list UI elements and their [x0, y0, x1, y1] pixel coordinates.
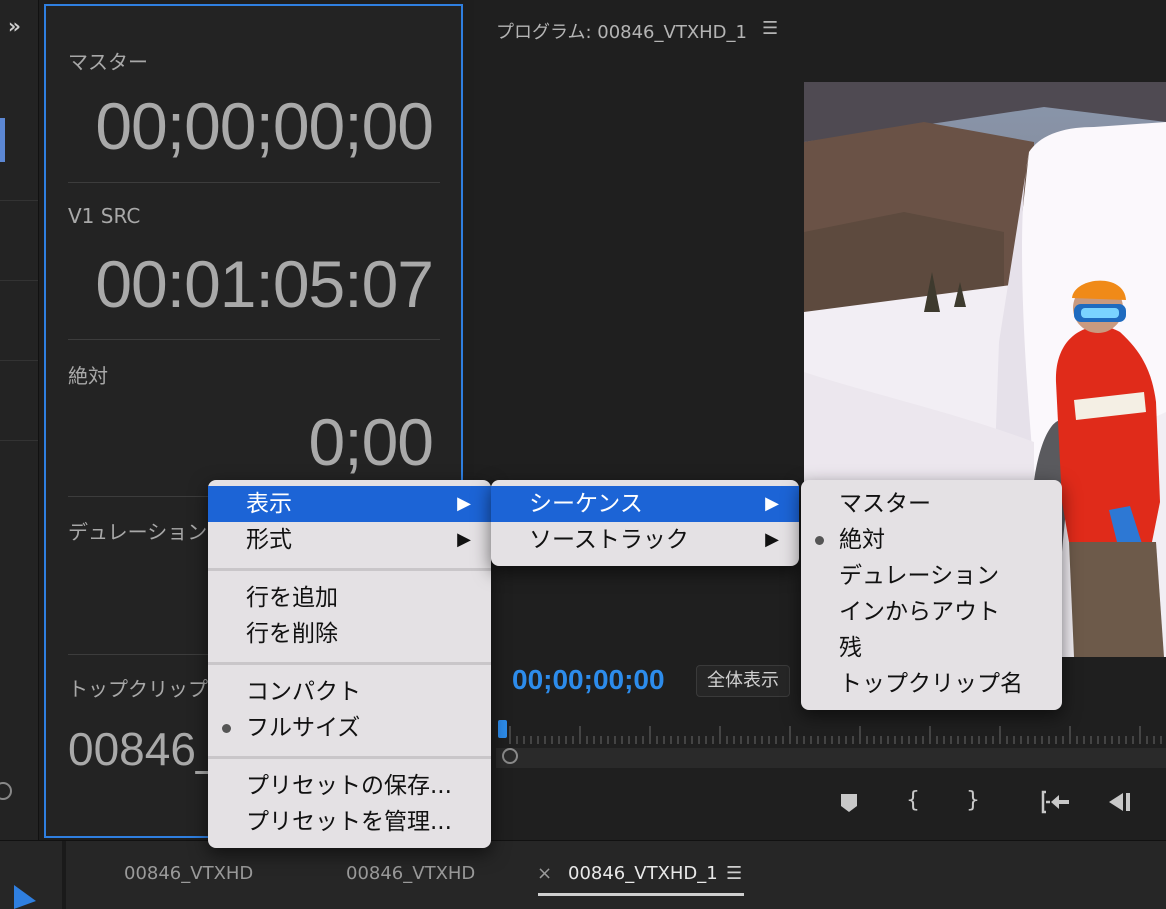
menu-item-master[interactable]: マスター — [801, 486, 1062, 522]
submenu-arrow-icon: ▶ — [457, 529, 471, 550]
menu-separator — [208, 568, 491, 571]
menu-item-compact[interactable]: コンパクト — [208, 674, 491, 710]
context-menu: 表示 ▶ 形式 ▶ 行を追加 行を削除 コンパクト フルサイズ プリセットの保存… — [208, 480, 491, 848]
menu-item-remaining[interactable]: 残 — [801, 630, 1062, 666]
mark-in-icon[interactable]: { — [906, 788, 920, 813]
timecode-value-master: 00;00;00;00 — [95, 89, 434, 163]
timecode-value-v1-src: 00:01:05:07 — [95, 247, 434, 321]
menu-item-source-track[interactable]: ソーストラック ▶ — [491, 522, 799, 558]
menu-item-sequence[interactable]: シーケンス ▶ — [491, 486, 799, 522]
transport-controls: { } — [474, 780, 1166, 824]
menu-item-label: 表示 — [246, 491, 292, 517]
menu-item-label: 行を削除 — [246, 621, 338, 647]
timecode-label-absolute: 絶対 — [68, 364, 108, 388]
timecode-label-v1-src: V1 SRC — [68, 204, 141, 228]
menu-item-absolute[interactable]: 絶対 — [801, 522, 1062, 558]
menu-item-manage-presets[interactable]: プリセットを管理... — [208, 804, 491, 840]
divider — [68, 339, 440, 340]
timecode-label-top-clip: トップクリップ名 — [68, 677, 228, 701]
timecode-value-absolute: 0;00 — [308, 405, 434, 479]
program-monitor: プログラム: 00846_VTXHD_1 ☰ 00;00;00;00 全体表示 … — [474, 0, 1166, 840]
tab-sequence-1[interactable]: 00846_VTXHD — [124, 863, 253, 884]
zoom-fit-dropdown[interactable]: 全体表示 — [696, 665, 790, 697]
menu-item-duration[interactable]: デュレーション — [801, 558, 1062, 594]
menu-item-label: 絶対 — [839, 527, 885, 553]
submenu-arrow-icon: ▶ — [765, 529, 779, 550]
menu-separator — [208, 662, 491, 665]
selection-indicator — [0, 118, 5, 162]
menu-item-label: プリセットを管理... — [246, 809, 452, 835]
left-panel-strip: » — [0, 0, 39, 840]
menu-item-display[interactable]: 表示 ▶ — [208, 486, 491, 522]
tab-sequence-3-active[interactable]: 00846_VTXHD_1 — [568, 863, 718, 884]
menu-item-label: シーケンス — [529, 491, 643, 517]
sequence-submenu: マスター 絶対 デュレーション インからアウト 残 トップクリップ名 — [801, 480, 1062, 710]
menu-item-label: 形式 — [246, 527, 292, 553]
tab-close-icon[interactable]: × — [537, 863, 552, 884]
checked-bullet-icon — [815, 536, 824, 545]
tab-sequence-2[interactable]: 00846_VTXHD — [346, 863, 475, 884]
divider — [68, 182, 440, 183]
menu-item-label: プリセットの保存... — [246, 773, 452, 799]
menu-item-format[interactable]: 形式 ▶ — [208, 522, 491, 558]
menu-item-label: デュレーション — [839, 563, 1000, 589]
menu-item-label: コンパクト — [246, 679, 361, 705]
menu-item-label: マスター — [839, 491, 931, 517]
scroll-handle[interactable] — [0, 782, 12, 800]
submenu-arrow-icon: ▶ — [765, 493, 779, 514]
tab-menu-icon[interactable]: ☰ — [726, 863, 742, 884]
menu-item-label: 残 — [839, 635, 862, 661]
menu-item-label: ソーストラック — [529, 527, 689, 553]
submenu-arrow-icon: ▶ — [457, 493, 471, 514]
divider — [0, 440, 38, 441]
program-monitor-title[interactable]: プログラム: 00846_VTXHD_1 — [496, 18, 747, 44]
playhead-marker — [498, 720, 507, 738]
menu-item-label: インからアウト — [839, 599, 1000, 625]
sequence-tab-bar: 00846_VTXHD 00846_VTXHD × 00846_VTXHD_1 … — [0, 840, 1166, 909]
step-back-icon[interactable] — [1106, 790, 1134, 814]
panel-menu-icon[interactable]: ☰ — [762, 18, 778, 39]
go-to-in-icon[interactable] — [1040, 790, 1072, 814]
divider — [0, 280, 38, 281]
menu-separator — [208, 756, 491, 759]
menu-item-label: トップクリップ名 — [839, 671, 1023, 697]
divider — [62, 841, 66, 909]
active-tab-underline — [538, 893, 744, 896]
menu-item-label: フルサイズ — [246, 715, 361, 741]
timecode-label-duration: デュレーション — [68, 520, 208, 544]
divider — [0, 200, 38, 201]
divider — [0, 360, 38, 361]
menu-item-full-size[interactable]: フルサイズ — [208, 710, 491, 746]
checked-bullet-icon — [222, 724, 231, 733]
expand-panels-icon[interactable]: » — [8, 14, 21, 38]
menu-item-top-clip-name[interactable]: トップクリップ名 — [801, 666, 1062, 702]
time-ruler-graphic — [496, 720, 1166, 768]
menu-item-label: 行を追加 — [246, 585, 338, 611]
timecode-label-master: マスター — [68, 50, 148, 74]
time-ruler[interactable] — [496, 720, 1166, 768]
tool-indicator-icon[interactable] — [10, 881, 40, 909]
playhead-timecode[interactable]: 00;00;00;00 — [512, 664, 665, 696]
marker-icon[interactable] — [838, 792, 860, 814]
menu-item-in-to-out[interactable]: インからアウト — [801, 594, 1062, 630]
menu-item-save-preset[interactable]: プリセットの保存... — [208, 768, 491, 804]
menu-item-add-row[interactable]: 行を追加 — [208, 580, 491, 616]
menu-item-delete-row[interactable]: 行を削除 — [208, 616, 491, 652]
display-submenu: シーケンス ▶ ソーストラック ▶ — [491, 480, 799, 566]
mark-out-icon[interactable]: } — [966, 788, 980, 813]
